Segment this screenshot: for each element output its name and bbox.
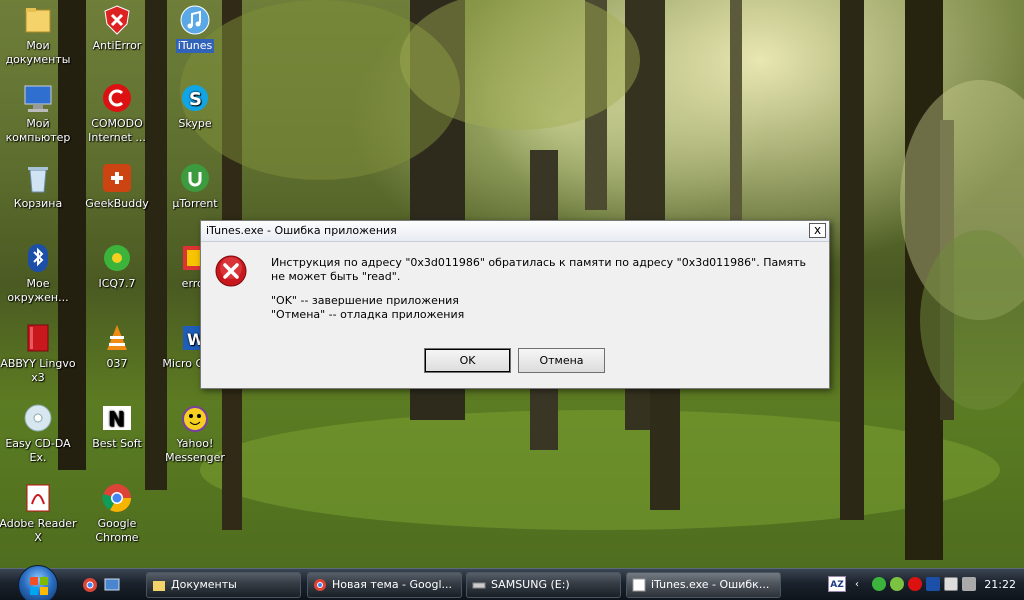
bluetooth-tray-icon[interactable]	[926, 577, 940, 591]
icq-flower-icon	[101, 242, 133, 274]
taskbar-button-label: Документы	[171, 578, 237, 591]
taskbar: Документы Новая тема - Googl... SAMSUNG …	[0, 565, 1024, 600]
computer-icon	[22, 82, 54, 114]
message-ok-hint: "OK" -- завершение приложения	[271, 294, 459, 307]
comodo-tray-icon[interactable]	[908, 577, 922, 591]
taskbar-button-chrome[interactable]: Новая тема - Googl...	[307, 572, 462, 598]
pdf-icon	[22, 482, 54, 514]
desktop-icon-label: Yahoo! Messenger	[165, 437, 225, 464]
taskbar-button-label: SAMSUNG (E:)	[491, 578, 570, 591]
itunes-icon	[179, 4, 211, 36]
show-desktop-icon[interactable]	[104, 577, 120, 593]
desktop-icon-label: 037	[106, 357, 128, 370]
desktop-icon-label: ABBYY Lingvo x3	[0, 357, 76, 384]
chrome-icon	[101, 482, 133, 514]
network-tray-icon[interactable]	[944, 577, 958, 591]
dialog-title: iTunes.exe - Ошибка приложения	[206, 224, 397, 237]
desktop-icon-label: Easy CD-DA Ex.	[5, 437, 71, 464]
desktop-icon-label: GeekBuddy	[85, 197, 149, 210]
icq-tray-icon[interactable]	[872, 577, 886, 591]
desktop-icon-label: Skype	[178, 117, 212, 130]
close-button[interactable]: x	[809, 223, 826, 238]
desktop-icon-recycle-bin[interactable]: Корзина	[0, 162, 78, 211]
taskbar-button-samsung-drive[interactable]: SAMSUNG (E:)	[466, 572, 621, 598]
message-instruction: Инструкция по адресу "0x3d011986" обрати…	[271, 256, 807, 283]
desktop-icon-easy-cd-da[interactable]: Easy CD-DA Ex.	[0, 402, 78, 465]
desktop-icon-network[interactable]: Мое окружен...	[0, 242, 78, 305]
desktop-icon-abbyy-lingvo[interactable]: ABBYY Lingvo x3	[0, 322, 78, 385]
vlc-cone-icon	[101, 322, 133, 354]
desktop-icon-skype[interactable]: S Skype	[155, 82, 235, 131]
desktop-icon-comodo[interactable]: COMODO Internet ...	[77, 82, 157, 145]
desktop-icon-label: AntiError	[92, 39, 142, 52]
cd-icon	[22, 402, 54, 434]
desktop-icon-label: Корзина	[13, 197, 63, 210]
drive-icon	[472, 582, 486, 589]
clock[interactable]: 21:22	[984, 578, 1016, 591]
skype-icon: S	[179, 82, 211, 114]
security-tray-icon[interactable]	[890, 577, 904, 591]
dialog-titlebar[interactable]: iTunes.exe - Ошибка приложения x	[201, 221, 829, 242]
desktop-icon-adobe-reader[interactable]: Adobe Reader X	[0, 482, 78, 545]
svg-text:N: N	[108, 407, 125, 431]
desktop-icon-label: COMODO Internet ...	[88, 117, 146, 144]
desktop-icon-antierror[interactable]: AntiError	[77, 4, 157, 53]
desktop-icon-google-chrome[interactable]: Google Chrome	[77, 482, 157, 545]
desktop-icon-label: Google Chrome	[95, 517, 139, 544]
desktop-icon-my-computer[interactable]: Мой компьютер	[0, 82, 78, 145]
desktop-icon-best-soft[interactable]: N Best Soft	[77, 402, 157, 451]
desktop-icon-label: ICQ7.7	[98, 277, 136, 290]
taskbar-button-label: Новая тема - Googl...	[332, 578, 453, 591]
svg-text:S: S	[189, 89, 202, 110]
volume-tray-icon[interactable]	[962, 577, 976, 591]
yahoo-smiley-icon	[179, 402, 211, 434]
window-icon	[632, 578, 646, 592]
bluetooth-icon	[22, 242, 54, 274]
desktop-icon-label: Мои документы	[5, 39, 71, 66]
desktop-icon-icq[interactable]: ICQ7.7	[77, 242, 157, 291]
desktop-icon-yahoo-messenger[interactable]: Yahoo! Messenger	[155, 402, 235, 465]
ok-button[interactable]: OK	[424, 348, 511, 373]
geekbuddy-icon	[101, 162, 133, 194]
comodo-icon	[101, 82, 133, 114]
desktop-icon-my-documents[interactable]: Мои документы	[0, 4, 78, 67]
desktop-icon-itunes[interactable]: iTunes	[155, 4, 235, 53]
folder-icon	[22, 4, 54, 36]
close-icon: x	[813, 223, 822, 237]
book-icon	[22, 322, 54, 354]
shield-icon	[101, 4, 133, 36]
desktop-icon-label: Мой компьютер	[5, 117, 71, 144]
message-cancel-hint: "Отмена" -- отладка приложения	[271, 308, 465, 321]
error-icon	[215, 255, 247, 287]
desktop-icon-label: Мое окружен...	[7, 277, 69, 304]
desktop-icon-geekbuddy[interactable]: GeekBuddy	[77, 162, 157, 211]
desktop-icon-label: µTorrent	[172, 197, 218, 210]
best-soft-n-icon: N	[101, 402, 133, 434]
cancel-button[interactable]: Отмена	[518, 348, 605, 373]
chrome-icon	[314, 579, 326, 591]
desktop-icon-label: Adobe Reader X	[0, 517, 77, 544]
desktop-icon-label: Best Soft	[92, 437, 142, 450]
folder-icon	[153, 581, 165, 591]
language-indicator[interactable]: AZ	[828, 576, 846, 592]
dialog-message: Инструкция по адресу "0x3d011986" обрати…	[271, 256, 821, 322]
desktop-icon-label: iTunes	[175, 39, 215, 53]
error-dialog: iTunes.exe - Ошибка приложения x Инструк…	[200, 220, 830, 389]
recycle-bin-icon	[22, 162, 54, 194]
tray-expand-chevron-icon[interactable]: ‹	[855, 579, 865, 590]
desktop-icon-037[interactable]: 037	[77, 322, 157, 371]
taskbar-button-itunes-error[interactable]: iTunes.exe - Ошибк...	[626, 572, 781, 598]
start-button[interactable]	[18, 565, 58, 600]
taskbar-button-documents[interactable]: Документы	[146, 572, 301, 598]
taskbar-button-label: iTunes.exe - Ошибк...	[651, 578, 770, 591]
utorrent-icon	[179, 162, 211, 194]
windows-flag-icon	[30, 577, 48, 595]
desktop-icon-utorrent[interactable]: µTorrent	[155, 162, 235, 211]
quicklaunch-chrome-icon[interactable]	[82, 577, 98, 593]
